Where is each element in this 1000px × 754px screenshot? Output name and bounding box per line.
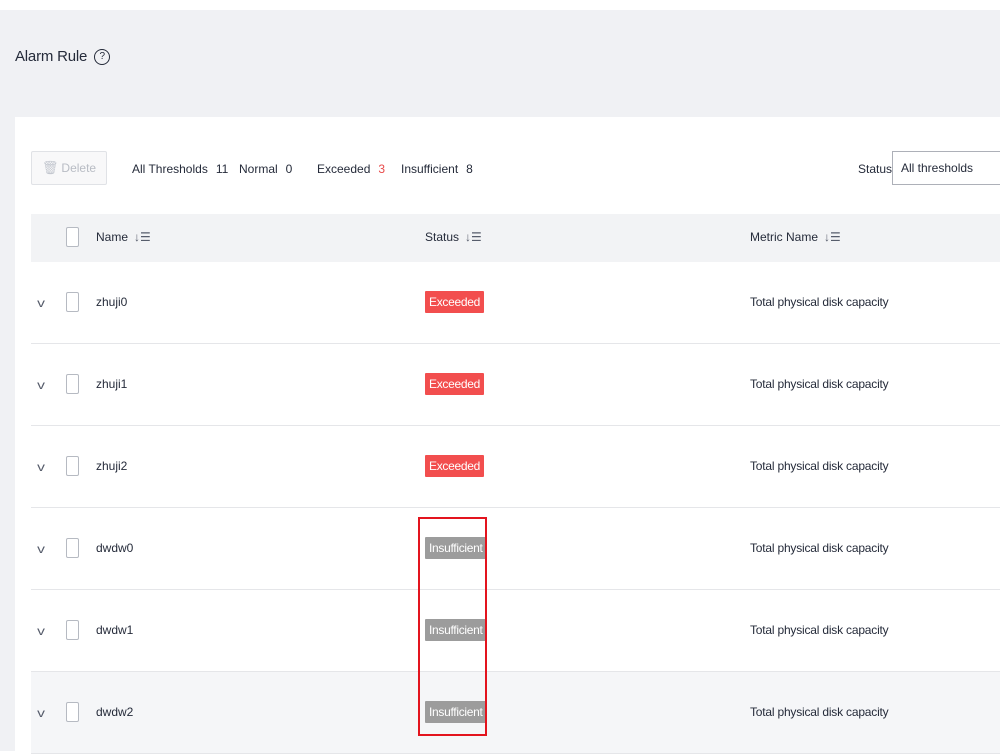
row-metric-name: Total physical disk capacity [750, 623, 889, 637]
sort-icon[interactable]: ↓☰ [824, 230, 841, 244]
stat-exceeded[interactable]: Exceeded 3 [317, 162, 385, 176]
stat-insufficient[interactable]: Insufficient 8 [401, 162, 473, 176]
column-header-name[interactable]: Name ↓☰ [96, 230, 151, 244]
column-header-status[interactable]: Status ↓☰ [425, 230, 482, 244]
row-checkbox[interactable] [66, 456, 79, 476]
stat-count: 3 [378, 162, 386, 176]
table-row[interactable]: v dwdw1 Insufficient Total physical disk ca… [31, 590, 1000, 672]
status-filter-select[interactable]: All thresholds [892, 151, 1000, 185]
row-metric-name: Total physical disk capacity [750, 541, 889, 555]
row-checkbox[interactable] [66, 292, 79, 312]
row-name[interactable]: zhuji0 [96, 295, 127, 309]
status-badge: Exceeded [425, 373, 484, 395]
stat-count: 11 [215, 162, 229, 176]
stat-label: Insufficient [401, 162, 459, 176]
column-label: Status [425, 230, 460, 244]
status-badge: Exceeded [425, 455, 484, 477]
row-name[interactable]: dwdw1 [96, 623, 133, 637]
table-row[interactable]: v zhuji2 Exceeded Total physical disk capac… [31, 426, 1000, 508]
chevron-down-icon[interactable]: v [37, 378, 45, 392]
trash-icon: 🗑 [41, 160, 59, 175]
sort-icon[interactable]: ↓☰ [465, 230, 482, 244]
status-badge: Insufficient [425, 619, 487, 641]
stat-label: Exceeded [317, 162, 371, 176]
row-name[interactable]: dwdw0 [96, 541, 133, 555]
help-icon[interactable]: ? [94, 48, 111, 65]
chevron-down-icon[interactable]: v [37, 296, 45, 310]
row-metric-name: Total physical disk capacity [750, 705, 889, 719]
status-badge: Insufficient [425, 537, 487, 559]
row-name[interactable]: dwdw2 [96, 705, 133, 719]
toolbar: 🗑 Delete All Thresholds 11 Normal 0 Exceed… [15, 151, 1000, 191]
chevron-down-icon[interactable]: v [37, 706, 45, 720]
delete-label: Delete [61, 161, 97, 175]
chevron-down-icon[interactable]: v [37, 542, 45, 556]
chevron-down-icon[interactable]: v [37, 460, 45, 474]
column-label: Metric Name [750, 230, 819, 244]
stat-label: Normal [239, 162, 278, 176]
table-row[interactable]: v dwdw2 Insufficient Total physical disk ca… [31, 672, 1000, 754]
table-row[interactable]: v zhuji1 Exceeded Total physical disk capac… [31, 344, 1000, 426]
row-name[interactable]: zhuji1 [96, 377, 127, 391]
stat-count: 8 [466, 162, 473, 176]
row-checkbox[interactable] [66, 374, 79, 394]
delete-button[interactable]: 🗑 Delete [31, 151, 107, 185]
row-name[interactable]: zhuji2 [96, 459, 127, 473]
stat-all-thresholds[interactable]: All Thresholds 11 [132, 162, 228, 176]
row-checkbox[interactable] [66, 702, 79, 722]
page-header: Alarm Rule ? [15, 48, 111, 65]
table-row[interactable]: v dwdw0 Insufficient Total physical disk ca… [31, 508, 1000, 590]
chevron-down-icon[interactable]: v [37, 624, 45, 638]
table-row[interactable]: v zhuji0 Exceeded Total physical disk capac… [31, 262, 1000, 344]
stat-normal[interactable]: Normal 0 [239, 162, 292, 176]
row-metric-name: Total physical disk capacity [750, 459, 889, 473]
stat-label: All Thresholds [132, 162, 208, 176]
alarm-rule-panel: 🗑 Delete All Thresholds 11 Normal 0 Exceed… [15, 117, 1000, 754]
row-metric-name: Total physical disk capacity [750, 295, 889, 309]
row-metric-name: Total physical disk capacity [750, 377, 889, 391]
table-header: Name ↓☰ Status ↓☰ Metric Name ↓☰ [31, 214, 1000, 262]
row-checkbox[interactable] [66, 538, 79, 558]
column-label: Name [96, 230, 129, 244]
sort-icon[interactable]: ↓☰ [134, 230, 151, 244]
page-title: Alarm Rule [15, 48, 88, 65]
status-badge: Insufficient [425, 701, 487, 723]
row-checkbox[interactable] [66, 620, 79, 640]
status-filter-label: Status [858, 162, 893, 176]
column-header-metric-name[interactable]: Metric Name ↓☰ [750, 230, 841, 244]
select-all-checkbox[interactable] [66, 227, 79, 247]
stat-count: 0 [285, 162, 293, 176]
status-badge: Exceeded [425, 291, 484, 313]
